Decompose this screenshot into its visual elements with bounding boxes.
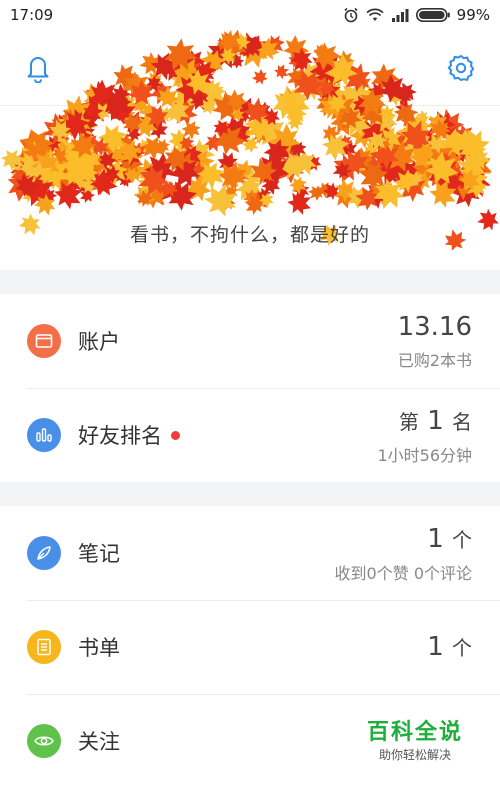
- wallet-icon: [27, 324, 61, 358]
- booklist-count: 1 个: [427, 631, 472, 664]
- ranking-summary: 第 1 名 1小时56分钟: [377, 405, 472, 466]
- maple-leaf: [248, 65, 271, 88]
- ranking-prefix: 第: [398, 409, 419, 434]
- profile-header: 看书，不拘什么，都是好的: [0, 30, 500, 270]
- account-label: 账户: [78, 330, 120, 354]
- account-balance: 13.16: [397, 312, 472, 342]
- wifi-icon: [366, 8, 384, 22]
- booklist-unit: 个: [452, 635, 472, 660]
- battery-icon: [415, 8, 450, 22]
- maple-leaves-illustration: [0, 30, 500, 250]
- status-icons: 99%: [343, 6, 490, 24]
- notes-unit: 个: [452, 527, 472, 552]
- ranking-value: 第 1 名: [377, 405, 472, 438]
- friend-ranking-label: 好友排名: [78, 420, 180, 450]
- list-document-icon: [27, 630, 61, 664]
- notes-label: 笔记: [78, 542, 120, 566]
- account-card: 账户 13.16 已购2本书 好友排名 第 1 名 1小时56分钟: [0, 294, 500, 482]
- feather-pen-icon: [27, 536, 61, 570]
- following-label: 关注: [78, 730, 120, 754]
- notes-count: 1 个: [335, 523, 472, 556]
- purchased-books: 已购2本书: [397, 351, 472, 370]
- bell-icon: [27, 57, 49, 83]
- notes-summary: 1 个 收到0个赞 0个评论: [335, 523, 472, 584]
- maple-leaf: [272, 62, 292, 81]
- alarm-icon: [343, 7, 359, 23]
- status-bar: 17:09 99%: [0, 0, 500, 30]
- eye-icon: [27, 724, 61, 758]
- booklist-number: 1: [427, 631, 444, 662]
- watermark-subtitle: 助你轻松解决: [378, 748, 451, 762]
- slogan: 看书，不拘什么，都是好的: [129, 224, 370, 246]
- friend-ranking-row[interactable]: 好友排名 第 1 名 1小时56分钟: [0, 388, 500, 482]
- battery-level: 99%: [456, 6, 490, 24]
- settings-button[interactable]: [443, 50, 479, 86]
- ranking-number: 1: [427, 405, 444, 436]
- new-badge: [171, 430, 180, 440]
- notes-row[interactable]: 笔记 1 个 收到0个赞 0个评论: [0, 506, 500, 600]
- friend-ranking-text: 好友排名: [78, 424, 162, 448]
- booklist-summary: 1 个: [427, 631, 472, 664]
- watermark-title: 百科全说: [366, 720, 463, 745]
- bar-chart-icon: [27, 418, 61, 452]
- booklist-label: 书单: [78, 636, 120, 660]
- signal-icon: [391, 8, 409, 22]
- booklist-row[interactable]: 书单 1 个: [0, 600, 500, 694]
- notes-feedback: 收到0个赞 0个评论: [334, 563, 472, 583]
- reading-time: 1小时56分钟: [377, 445, 472, 465]
- notification-button[interactable]: [20, 50, 56, 86]
- watermark-logo: 百科全说 助你轻松解决: [355, 714, 475, 763]
- status-time: 17:09: [10, 6, 54, 24]
- account-row[interactable]: 账户 13.16 已购2本书: [0, 294, 500, 388]
- gear-icon: [447, 55, 475, 81]
- account-summary: 13.16 已购2本书: [398, 311, 472, 371]
- ranking-suffix: 名: [452, 409, 472, 434]
- notes-number: 1: [427, 523, 444, 554]
